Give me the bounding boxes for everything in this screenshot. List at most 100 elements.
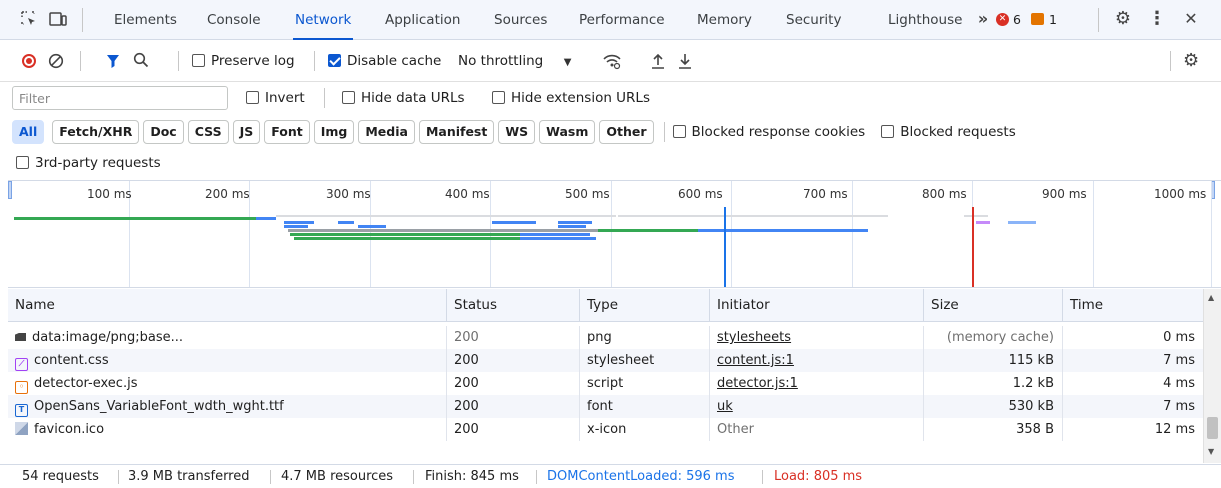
hide-data-urls-checkbox[interactable]: Hide data URLs [342, 77, 465, 119]
blocked-requests-checkbox[interactable]: Blocked requests [881, 124, 1016, 140]
throttling-select[interactable]: No throttling ▼ [458, 40, 571, 82]
tab-memory[interactable]: Memory [697, 0, 752, 40]
column-header-name[interactable]: Name [8, 289, 447, 322]
device-toolbar-icon[interactable] [48, 10, 67, 28]
network-settings-gear-icon[interactable]: ⚙ [1183, 50, 1199, 71]
blocked-response-cookies-label: Blocked response cookies [691, 124, 866, 140]
type-filter-ws[interactable]: WS [498, 120, 536, 144]
type-filter-other[interactable]: Other [599, 120, 654, 144]
overview-left-handle[interactable] [8, 181, 12, 199]
settings-gear-icon[interactable]: ⚙ [1114, 10, 1132, 28]
type-filter-manifest[interactable]: Manifest [418, 120, 495, 144]
request-bar [520, 237, 596, 240]
type-filter-font[interactable]: Font [264, 120, 310, 144]
warning-icon[interactable] [1031, 13, 1044, 25]
tab-application[interactable]: Application [385, 0, 460, 40]
stop-recording-icon[interactable] [22, 54, 36, 68]
preserve-log-checkbox[interactable]: Preserve log [192, 40, 295, 82]
column-header-type[interactable]: Type [580, 289, 710, 322]
more-tabs-chevron-icon[interactable]: » [974, 10, 992, 28]
checkbox-box[interactable] [672, 125, 686, 138]
filter-input[interactable] [12, 86, 228, 110]
export-har-icon[interactable] [677, 52, 693, 73]
checkbox-box[interactable] [246, 91, 259, 104]
third-party-checkbox[interactable]: 3rd-party requests [16, 152, 161, 174]
blocked-requests-label: Blocked requests [900, 124, 1016, 140]
scroll-down-arrow-icon[interactable]: ▼ [1208, 447, 1214, 456]
divider [762, 470, 763, 484]
hide-extension-urls-checkbox[interactable]: Hide extension URLs [492, 77, 650, 119]
checkbox-box[interactable] [492, 91, 505, 104]
type-filter-css[interactable]: CSS [187, 120, 229, 144]
initiator-link[interactable]: uk [717, 399, 733, 414]
checkbox-box[interactable] [192, 54, 205, 67]
disable-cache-label: Disable cache [347, 53, 442, 69]
tick-label: 400 ms [445, 187, 490, 201]
clear-icon[interactable] [48, 53, 64, 72]
hide-data-urls-label: Hide data URLs [361, 90, 465, 106]
network-toolbar: Preserve log Disable cache No throttling… [0, 40, 1221, 82]
table-row[interactable]: ◦ detector-exec.js 200 script detector.js… [8, 372, 1203, 395]
disable-cache-checkbox[interactable]: Disable cache [328, 40, 441, 82]
size-cell: 358 B [924, 418, 1063, 441]
close-icon[interactable]: ✕ [1182, 10, 1200, 28]
type-filter-js[interactable]: JS [232, 120, 261, 144]
checkbox-box[interactable] [328, 54, 341, 67]
initiator-link[interactable]: content.js:1 [717, 353, 794, 368]
type-filter-wasm[interactable]: Wasm [539, 120, 596, 144]
tab-network[interactable]: Network [292, 0, 354, 40]
type-filter-doc[interactable]: Doc [143, 120, 184, 144]
tab-lighthouse[interactable]: Lighthouse [888, 0, 962, 40]
name-cell: data:image/png;base... [8, 326, 447, 349]
tab-security[interactable]: Security [786, 0, 841, 40]
error-count[interactable]: 6 [1013, 12, 1021, 27]
inspect-element-icon[interactable] [20, 10, 38, 28]
table-header: Name Status Type Initiator Size Time [8, 289, 1221, 322]
blocked-response-cookies-checkbox[interactable]: Blocked response cookies [672, 124, 866, 140]
initiator-cell: stylesheets [710, 326, 924, 349]
import-har-icon[interactable] [650, 52, 666, 73]
status-bar: 54 requests 3.9 MB transferred 4.7 MB re… [0, 464, 1221, 488]
divider [1170, 51, 1171, 71]
table-scrollbar[interactable]: ▲ ▼ [1203, 289, 1221, 463]
initiator-link[interactable]: stylesheets [717, 330, 791, 345]
initiator-link[interactable]: detector.js:1 [717, 376, 798, 391]
tab-performance[interactable]: Performance [579, 0, 665, 40]
error-icon[interactable]: ✕ [996, 13, 1009, 26]
column-header-status[interactable]: Status [447, 289, 580, 322]
network-overview-timeline[interactable]: 100 ms 200 ms 300 ms 400 ms 500 ms 600 m… [8, 180, 1221, 288]
warning-count[interactable]: 1 [1049, 12, 1057, 27]
type-filter-fetch-xhr[interactable]: Fetch/XHR [52, 120, 140, 144]
table-row[interactable]: ⟋ content.css 200 stylesheet content.js:1… [8, 349, 1203, 372]
column-header-time[interactable]: Time [1063, 289, 1203, 322]
tab-sources[interactable]: Sources [494, 0, 547, 40]
table-row[interactable]: favicon.ico 200 x-icon Other 358 B 12 ms [8, 418, 1203, 441]
tick-label: 700 ms [803, 187, 848, 201]
checkbox-box[interactable] [881, 125, 895, 138]
grid-line [852, 181, 853, 287]
table-row[interactable]: data:image/png;base... 200 png styleshee… [8, 326, 1203, 349]
table-row[interactable]: T OpenSans_VariableFont_wdth_wght.ttf 200… [8, 395, 1203, 418]
preserve-log-label: Preserve log [211, 53, 295, 69]
type-filter-all[interactable]: All [12, 120, 45, 144]
column-header-initiator[interactable]: Initiator [710, 289, 924, 322]
script-icon: ◦ [15, 381, 28, 394]
name-cell: ⟋ content.css [8, 349, 447, 372]
grid-line [731, 181, 732, 287]
tab-elements[interactable]: Elements [114, 0, 177, 40]
tick-label: 200 ms [205, 187, 250, 201]
search-icon[interactable] [133, 52, 149, 71]
tab-console[interactable]: Console [207, 0, 261, 40]
checkbox-box[interactable] [342, 91, 355, 104]
type-filter-img[interactable]: Img [313, 120, 355, 144]
more-options-icon[interactable]: ⋮ [1148, 10, 1166, 28]
filter-funnel-icon[interactable] [106, 53, 120, 72]
scroll-up-arrow-icon[interactable]: ▲ [1208, 293, 1214, 302]
scrollbar-thumb[interactable] [1207, 417, 1218, 439]
invert-checkbox[interactable]: Invert [246, 77, 305, 119]
type-filter-media[interactable]: Media [358, 120, 415, 144]
checkbox-box[interactable] [16, 156, 29, 169]
devtools-tab-bar: Elements Console Network Application Sou… [0, 0, 1221, 40]
column-header-size[interactable]: Size [924, 289, 1063, 322]
network-conditions-icon[interactable] [602, 52, 622, 73]
